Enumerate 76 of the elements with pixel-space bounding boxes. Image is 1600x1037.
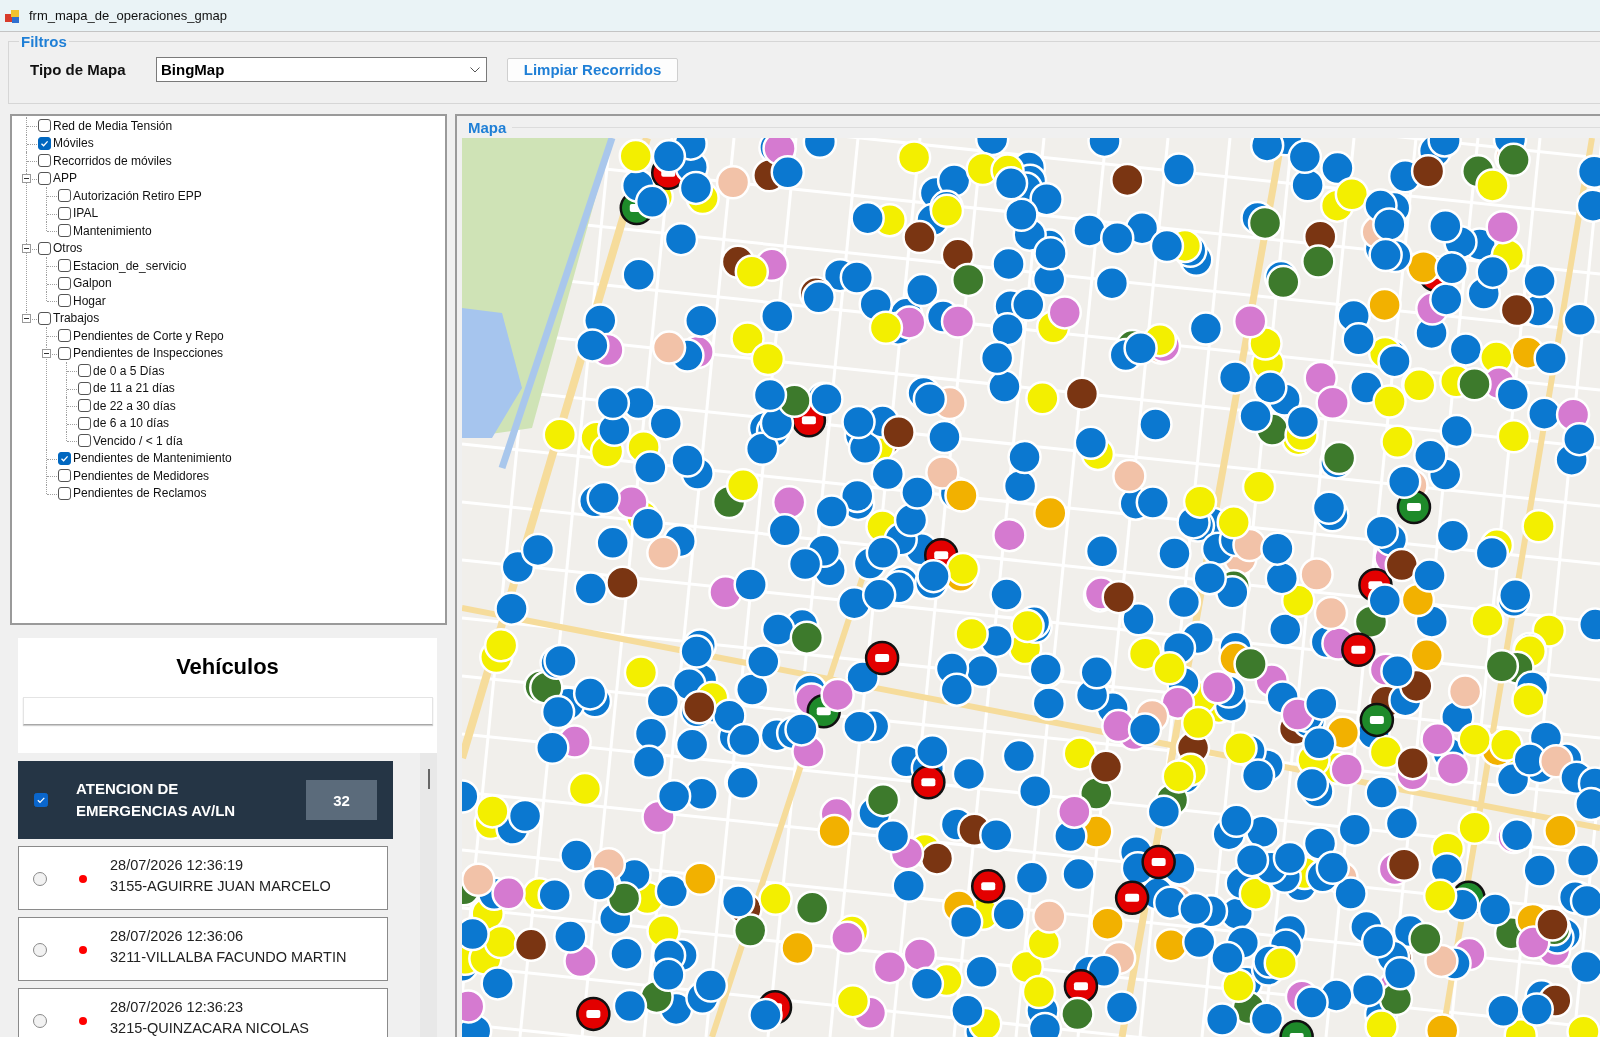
checkbox[interactable] bbox=[38, 154, 51, 168]
checkbox[interactable] bbox=[38, 119, 51, 133]
checkbox[interactable] bbox=[58, 486, 71, 500]
checkbox[interactable] bbox=[38, 171, 51, 185]
map-type-dropdown[interactable]: BingMap bbox=[156, 57, 487, 82]
tree-item[interactable]: de 0 a 5 Días bbox=[93, 363, 165, 378]
checkbox[interactable] bbox=[78, 399, 91, 413]
checkbox[interactable] bbox=[58, 224, 71, 238]
count-badge: 32 bbox=[306, 780, 377, 820]
radio-button[interactable] bbox=[33, 943, 47, 957]
checkbox[interactable] bbox=[58, 346, 71, 360]
group-title: Mapa bbox=[467, 118, 508, 136]
tree-item[interactable]: Pendientes de Mantenimiento bbox=[73, 451, 232, 466]
tree-item[interactable]: Red de Media Tensión bbox=[53, 118, 173, 133]
vehicle-name: 3215-QUINZACARA NICOLAS bbox=[110, 1019, 310, 1037]
group-title: Filtros bbox=[20, 33, 68, 50]
tree-item[interactable]: Estacion_de_servicio bbox=[73, 258, 187, 273]
checkbox[interactable] bbox=[58, 329, 71, 343]
collapse-icon[interactable] bbox=[42, 349, 51, 358]
checkbox[interactable] bbox=[38, 311, 51, 325]
timestamp: 28/07/2026 12:36:06 bbox=[110, 927, 245, 946]
tree-item[interactable]: Galpon bbox=[73, 276, 112, 291]
tree-item[interactable]: Otros bbox=[53, 241, 83, 256]
checkbox[interactable] bbox=[78, 434, 91, 448]
tree-item[interactable]: Autorización Retiro EPP bbox=[73, 188, 202, 203]
timestamp: 28/07/2026 12:36:19 bbox=[110, 856, 245, 875]
tree-item[interactable]: Recorridos de móviles bbox=[53, 153, 172, 168]
field-label: Tipo de Mapa bbox=[30, 61, 127, 78]
tree-item[interactable]: Vencido / < 1 día bbox=[93, 433, 183, 448]
checkbox[interactable] bbox=[58, 259, 71, 273]
checkbox[interactable] bbox=[38, 136, 51, 150]
checkbox[interactable] bbox=[58, 451, 71, 465]
chevron-down-icon bbox=[470, 66, 480, 73]
vehicle-card[interactable]: 28/07/2026 12:36:06 3211-VILLALBA FACUNDO MARTIN bbox=[18, 917, 388, 981]
checkbox[interactable] bbox=[34, 793, 48, 807]
collapse-icon[interactable] bbox=[22, 314, 31, 323]
tree-item[interactable]: Trabajos bbox=[53, 311, 100, 326]
tree-item[interactable]: Hogar bbox=[73, 293, 106, 308]
checkbox[interactable] bbox=[78, 381, 91, 395]
checkbox[interactable] bbox=[58, 276, 71, 290]
tree-item[interactable]: de 6 a 10 días bbox=[93, 416, 170, 431]
group-header[interactable]: ATENCION DE EMERGENCIAS AV/LN 32 bbox=[18, 761, 393, 839]
tree-item[interactable]: Pendientes de Reclamos bbox=[73, 486, 207, 501]
scrollbar[interactable] bbox=[420, 753, 437, 1037]
tree-item[interactable]: Pendientes de Corte y Repo bbox=[73, 328, 224, 343]
checkbox[interactable] bbox=[58, 294, 71, 308]
group-name: ATENCION DE EMERGENCIAS AV/LN bbox=[76, 779, 237, 821]
checkbox[interactable] bbox=[58, 206, 71, 220]
checkbox[interactable] bbox=[58, 189, 71, 203]
tree-item[interactable]: Mantenimiento bbox=[73, 223, 152, 238]
clear-routes-button[interactable]: Limpiar Recorridos bbox=[507, 57, 678, 82]
tree-item[interactable]: de 11 a 21 días bbox=[93, 381, 175, 396]
collapse-icon[interactable] bbox=[22, 174, 31, 183]
vehicle-card[interactable]: 28/07/2026 12:36:23 3215-QUINZACARA NICOLAS bbox=[18, 988, 388, 1037]
tree-item[interactable]: APP bbox=[53, 171, 77, 186]
checkbox[interactable] bbox=[58, 469, 71, 483]
panel-title: Vehículos bbox=[176, 654, 279, 680]
vehicle-name: 3211-VILLALBA FACUNDO MARTIN bbox=[110, 948, 347, 967]
search-field[interactable] bbox=[22, 697, 433, 725]
scrollbar-thumb[interactable] bbox=[428, 769, 430, 789]
vehicle-name: 3155-AGUIRRE JUAN MARCELO bbox=[110, 877, 331, 896]
radio-button[interactable] bbox=[33, 872, 47, 886]
radio-button[interactable] bbox=[33, 1014, 47, 1028]
tree-item[interactable]: Pendientes de Medidores bbox=[73, 468, 210, 483]
timestamp: 28/07/2026 12:36:23 bbox=[110, 998, 245, 1017]
tree-item[interactable]: Pendientes de Inspecciones bbox=[73, 346, 224, 361]
tree-item[interactable]: IPAL bbox=[73, 206, 99, 221]
tree-item[interactable]: Móviles bbox=[53, 136, 94, 151]
collapse-icon[interactable] bbox=[22, 244, 31, 253]
checkbox[interactable] bbox=[78, 364, 91, 378]
checkbox[interactable] bbox=[38, 241, 51, 255]
window-title: frm_mapa_de_operaciones_gmap bbox=[29, 8, 227, 23]
checkbox[interactable] bbox=[78, 416, 91, 430]
tree-item[interactable]: de 22 a 30 días bbox=[93, 398, 176, 413]
app-icon bbox=[4, 7, 20, 24]
vehicle-card[interactable]: 28/07/2026 12:36:19 3155-AGUIRRE JUAN MARCELO bbox=[18, 846, 388, 910]
